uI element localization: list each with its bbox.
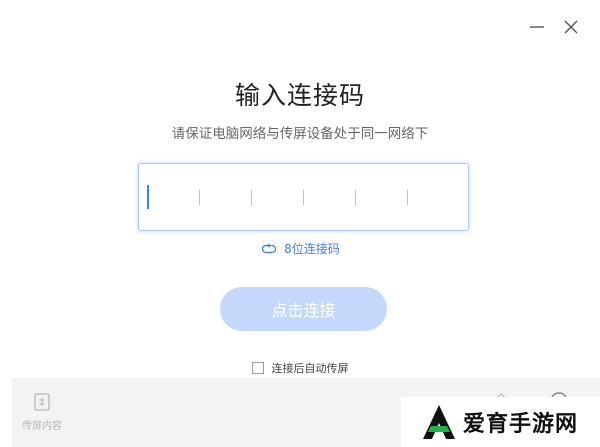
switch-8-digit-code-link[interactable]: 8位连接码 [0,240,600,257]
page-subtitle: 请保证电脑网络与传屏设备处于同一网络下 [171,126,429,142]
code-slot-divider [355,190,356,205]
code-slot-divider [407,190,408,205]
switch-icon [262,243,277,253]
connection-code-input[interactable] [138,163,469,231]
auto-cast-label[interactable]: 连接后自动传屏 [272,360,349,376]
cast-content-icon [34,393,50,411]
close-button[interactable] [558,14,584,40]
connect-button[interactable]: 点击连接 [220,287,387,331]
auto-cast-option: 连接后自动传屏 [0,360,600,376]
minimize-button[interactable] [524,14,550,40]
auto-cast-checkbox[interactable] [251,362,264,374]
watermark: 爱育手游网 [401,397,600,447]
close-icon [564,20,578,34]
watermark-text: 爱育手游网 [463,412,579,437]
watermark-logo-icon [423,405,455,439]
connect-window: 输入连接码 请保证电脑网络与传屏设备处于同一网络下 8位连接码 点击连接 连接后… [0,0,600,447]
code-slot-divider [199,190,200,205]
page-title: 输入连接码 [234,81,365,110]
cast-content-button[interactable]: 传屏内容 [16,392,68,432]
minimize-icon [530,26,544,28]
text-cursor [147,185,149,209]
cast-content-label: 传屏内容 [22,421,62,432]
code-slot-divider [303,190,304,205]
switch-8-digit-code-label: 8位连接码 [284,242,340,256]
code-slot-divider [251,190,252,205]
